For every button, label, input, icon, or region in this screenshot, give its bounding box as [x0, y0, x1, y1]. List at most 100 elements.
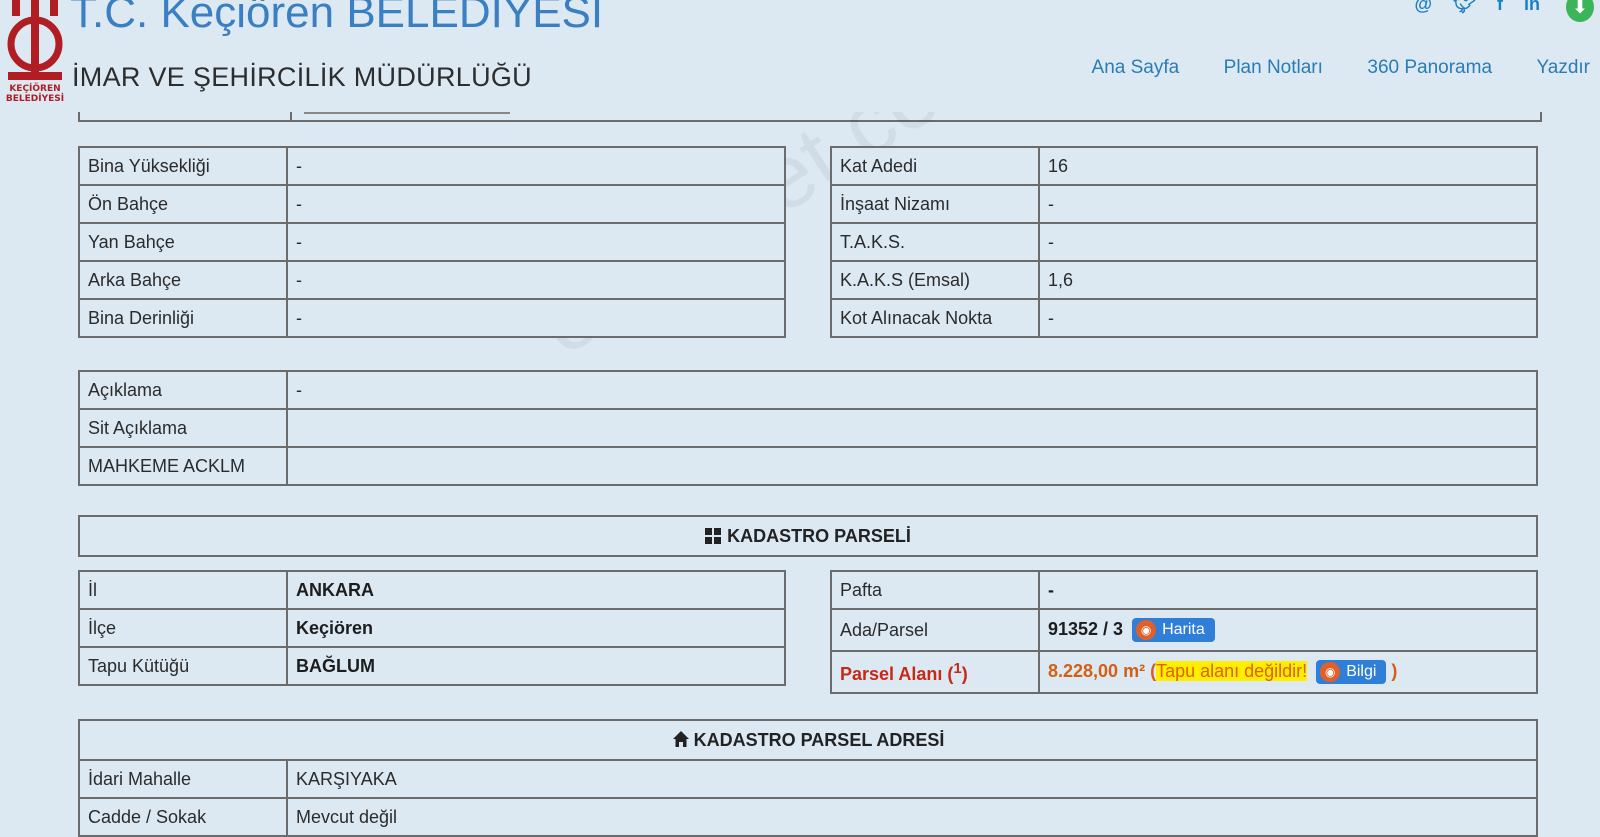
row-value: ANKARA: [286, 570, 786, 610]
parsel-alani-value: 8.228,00 m² (: [1048, 660, 1157, 681]
building-left-table: Bina Yüksekliği - Ön Bahçe - Yan Bahçe - Arka …: [78, 146, 786, 338]
adres-table: İdari Mahalle KARŞIYAKA Cadde / Sokak Mevcu…: [78, 759, 1538, 837]
table-row: Kot Alınacak Nokta -: [830, 298, 1538, 338]
row-value: [286, 446, 1538, 486]
linkedin-icon[interactable]: in: [1524, 0, 1540, 15]
building-right-table: Kat Adedi 16 İnşaat Nizamı - T.A.K.S. - K.A.K.…: [830, 146, 1538, 338]
row-label: Yan Bahçe: [78, 222, 288, 262]
row-value: -: [286, 370, 1538, 410]
bilgi-button-label: Bilgi: [1346, 663, 1377, 680]
row-label: MAHKEME ACKLM: [78, 446, 288, 486]
row-label: Arka Bahçe: [78, 260, 288, 300]
notes-table: Açıklama - Sit Açıklama MAHKEME ACKLM: [78, 370, 1538, 486]
table-row: Tapu Kütüğü BAĞLUM: [78, 646, 786, 686]
table-row: Ön Bahçe -: [78, 184, 786, 224]
row-value: [286, 408, 1538, 448]
table-row: Arka Bahçe -: [78, 260, 786, 300]
kadastro-heading-label: KADASTRO PARSELİ: [727, 526, 911, 546]
table-row: Pafta -: [830, 570, 1538, 610]
ada-parsel-value: 91352 / 3: [1048, 618, 1124, 639]
table-row: K.A.K.S (Emsal) 1,6: [830, 260, 1538, 300]
globe-icon: ◉: [1320, 661, 1341, 682]
logo: KEÇİÖREN BELEDİYESİ: [4, 0, 66, 112]
keciören-logo-icon: [7, 0, 63, 80]
download-icon[interactable]: ⬇: [1566, 0, 1594, 22]
table-row: Yan Bahçe -: [78, 222, 786, 262]
table-row: Açıklama -: [78, 370, 1538, 410]
table-row: İnşaat Nizamı -: [830, 184, 1538, 224]
globe-icon: ◉: [1136, 619, 1157, 640]
parsel-alani-end: ): [1386, 660, 1398, 681]
tapu-warning: Tapu alanı değildir!: [1156, 660, 1308, 681]
parsel-alani-cell: 8.228,00 m² (Tapu alanı değildir! ◉ Bilgi…: [1038, 650, 1538, 694]
row-value: -: [1038, 298, 1538, 338]
row-value: Mevcut değil: [286, 797, 1538, 837]
row-label: Açıklama: [78, 370, 288, 410]
row-value: -: [286, 260, 786, 300]
row-label: Kat Adedi: [830, 146, 1040, 186]
top-nav: Ana Sayfa Plan Notları 360 Panorama Yazd…: [1052, 57, 1590, 79]
row-label: Ön Bahçe: [78, 184, 288, 224]
table-row: Bina Yüksekliği -: [78, 146, 786, 186]
adres-heading-label: KADASTRO PARSEL ADRESİ: [693, 730, 945, 750]
row-label: İlçe: [78, 608, 288, 648]
kadastro-heading: KADASTRO PARSELİ: [78, 515, 1538, 557]
social-links: @ 🐦︎ f in: [1399, 0, 1540, 15]
ada-parsel-label: Ada/Parsel: [830, 608, 1040, 652]
nav-ana-sayfa[interactable]: Ana Sayfa: [1092, 57, 1180, 79]
row-label: T.A.K.S.: [830, 222, 1040, 262]
site-title[interactable]: T.C. Keçiören BELEDİYESİ: [70, 0, 603, 38]
row-label: Tapu Kütüğü: [78, 646, 288, 686]
row-label: K.A.K.S (Emsal): [830, 260, 1040, 300]
grid-icon: [705, 519, 722, 544]
row-value: -: [1038, 222, 1538, 262]
home-icon: [672, 723, 690, 747]
row-value: 16: [1038, 146, 1538, 186]
row-label: İnşaat Nizamı: [830, 184, 1040, 224]
row-value: -: [286, 146, 786, 186]
pafta-value: -: [1038, 570, 1538, 610]
table-row: Parsel Alanı (1) 8.228,00 m² (Tapu alanı…: [830, 650, 1538, 694]
table-row: T.A.K.S. -: [830, 222, 1538, 262]
kadastro-left-table: İl ANKARA İlçe Keçiören Tapu Kütüğü BAĞLUM: [78, 570, 786, 686]
footnote-sup: 1: [953, 659, 962, 677]
partial-input-line: [304, 112, 510, 114]
row-label: Cadde / Sokak: [78, 797, 288, 837]
row-value: -: [286, 184, 786, 224]
row-label: Kot Alınacak Nokta: [830, 298, 1040, 338]
nav-360-panorama[interactable]: 360 Panorama: [1367, 57, 1492, 79]
row-value: -: [286, 222, 786, 262]
row-label: Bina Derinliği: [78, 298, 288, 338]
table-row: İl ANKARA: [78, 570, 786, 610]
twitter-icon[interactable]: 🐦︎: [1453, 0, 1476, 15]
row-label: Bina Yüksekliği: [78, 146, 288, 186]
logo-text: KEÇİÖREN BELEDİYESİ: [5, 84, 65, 104]
parsel-alani-close: ): [961, 663, 968, 684]
pafta-label: Pafta: [830, 570, 1040, 610]
table-row: Kat Adedi 16: [830, 146, 1538, 186]
table-row: Sit Açıklama: [78, 408, 1538, 448]
row-value: -: [1038, 184, 1538, 224]
adres-heading: KADASTRO PARSEL ADRESİ: [78, 719, 1538, 761]
table-row: Ada/Parsel 91352 / 3 ◉ Harita: [830, 608, 1538, 652]
row-value: BAĞLUM: [286, 646, 786, 686]
harita-button-label: Harita: [1162, 621, 1205, 638]
nav-plan-notlari[interactable]: Plan Notları: [1224, 57, 1323, 79]
bilgi-button[interactable]: ◉ Bilgi: [1316, 660, 1387, 684]
parsel-alani-text: Parsel Alanı (: [840, 663, 954, 684]
email-icon[interactable]: @: [1415, 0, 1433, 15]
header: KEÇİÖREN BELEDİYESİ T.C. Keçiören BELEDİ…: [0, 0, 1600, 112]
table-row: İlçe Keçiören: [78, 608, 786, 648]
facebook-icon[interactable]: f: [1497, 0, 1503, 15]
row-label: Sit Açıklama: [78, 408, 288, 448]
table-row: Bina Derinliği -: [78, 298, 786, 338]
harita-button[interactable]: ◉ Harita: [1132, 618, 1215, 642]
row-value: Keçiören: [286, 608, 786, 648]
nav-yazdir[interactable]: Yazdır: [1536, 57, 1590, 79]
row-value: -: [286, 298, 786, 338]
table-row: Cadde / Sokak Mevcut değil: [78, 797, 1538, 837]
content-area: emlakjet.com Bina Yüksekliği-Ön Bahçe-Ya…: [0, 0, 1600, 837]
row-label: İl: [78, 570, 288, 610]
table-row: MAHKEME ACKLM: [78, 446, 1538, 486]
parsel-alani-label: Parsel Alanı (1): [830, 650, 1040, 694]
